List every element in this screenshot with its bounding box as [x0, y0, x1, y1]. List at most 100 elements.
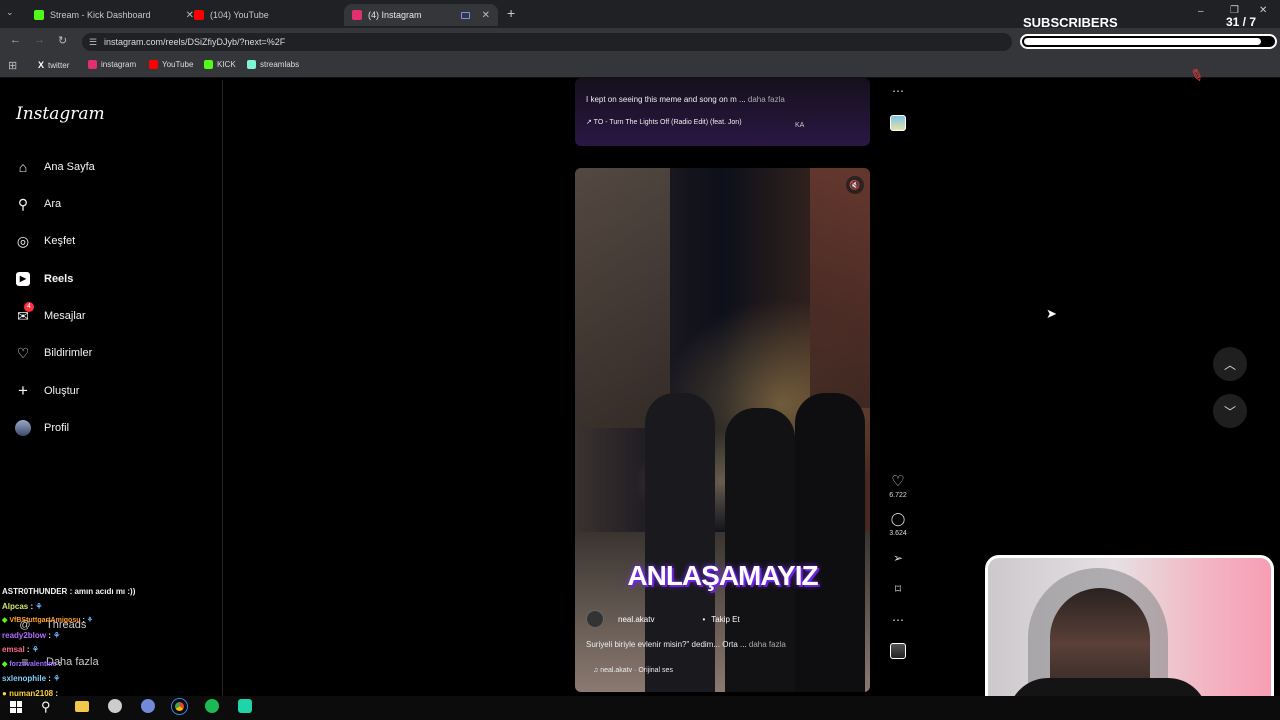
mute-icon[interactable]: 🔇 [846, 176, 864, 194]
nav-reels[interactable]: ▶ Reels [14, 267, 73, 291]
like-icon[interactable]: ♡ [891, 472, 904, 490]
file-explorer-icon[interactable] [75, 701, 89, 712]
nav-home[interactable]: ⌂ Ana Sayfa [14, 155, 95, 179]
reel-music-tail: KA [795, 122, 805, 129]
next-reel-button[interactable]: ﹀ [1213, 394, 1247, 428]
tab-kick[interactable]: Stream - Kick Dashboard ✕ [26, 4, 202, 26]
windows-start-icon[interactable] [10, 701, 22, 713]
separator: • [702, 614, 706, 624]
avatar[interactable] [586, 610, 604, 628]
search-icon[interactable]: ⚲ [41, 699, 51, 715]
subscribers-count: 31 / 7 [1226, 15, 1257, 29]
butterfly-emote: ⚘ [86, 617, 94, 624]
minimize-icon[interactable]: – [1198, 6, 1204, 17]
reel-audio[interactable]: neal.akatv · Orijinal ses [600, 667, 673, 674]
bookmark-kick[interactable]: KICK [204, 60, 236, 69]
x-icon: X [38, 60, 45, 70]
more-options-icon[interactable]: ⋯ [892, 613, 904, 627]
butterfly-emote: ⚘ [53, 630, 61, 640]
chat-text: : amın acıdı mı :)) [69, 587, 136, 596]
chat-text: : [48, 630, 51, 640]
chat-text: : [58, 660, 62, 668]
nav-label: Bildirimler [44, 347, 93, 359]
share-icon[interactable]: ➢ [893, 551, 903, 565]
new-tab-button[interactable]: + [507, 5, 515, 21]
reel-music[interactable]: ↗ TO - Turn The Lights Off (Radio Edit) … [586, 119, 742, 126]
previous-reel[interactable]: I kept on seeing this meme and song on m… [575, 78, 870, 146]
nav-notifications[interactable]: ♡ Bildirimler [14, 341, 93, 365]
badge-icon: ◆ [2, 660, 8, 668]
chat-username: VfBStuttgartAmigosu [9, 617, 81, 624]
bookmark-twitter[interactable]: X twitter [38, 60, 69, 70]
nav-create[interactable]: + Oluştur [14, 379, 79, 403]
audio-thumbnail[interactable] [890, 643, 906, 659]
person-3 [795, 393, 865, 692]
comment-icon[interactable]: ◯ [891, 511, 906, 527]
home-icon: ⌂ [18, 159, 28, 175]
previous-reel-actions: ⋯ [885, 84, 911, 131]
reel-video[interactable]: 🔇 ANLAŞAMAYIZ neal.akatv • Takip Et Suri… [575, 168, 870, 692]
butterfly-emote: ⚘ [31, 645, 39, 654]
person-2 [725, 408, 795, 692]
butterfly-emote: ⚘ [53, 674, 61, 683]
nav-messages[interactable]: ✉ 4 Mesajlar [14, 302, 86, 328]
subscribers-progress-fill [1024, 38, 1261, 45]
save-icon[interactable]: ⌑ [895, 582, 901, 596]
chat-message: sxlenophile : ⚘ [2, 672, 222, 687]
chat-username: sxlenophile [2, 674, 47, 683]
webcam-overlay [985, 555, 1274, 715]
chat-username: emsal [2, 645, 25, 654]
app-icon[interactable] [108, 699, 122, 713]
chat-username: forzavalentino [9, 660, 57, 668]
nav-profile[interactable]: Profil [14, 416, 69, 440]
chat-message: emsal : ⚘ [2, 643, 222, 658]
nav-explore[interactable]: ◎ Keşfet [14, 229, 75, 253]
more-link[interactable]: daha fazla [749, 640, 786, 649]
chat-message: ready2blow : ⚘ [2, 629, 222, 644]
chat-username: Alpcas [2, 601, 29, 611]
nav-label: Mesajlar [44, 310, 86, 322]
streamlabs-icon [247, 60, 256, 69]
bookmark-instagram[interactable]: instagram [88, 60, 136, 69]
more-link[interactable]: daha fazla [748, 95, 785, 104]
bookmark-streamlabs[interactable]: streamlabs [247, 60, 299, 69]
discord-icon[interactable] [141, 699, 155, 713]
audio-thumbnail[interactable] [890, 115, 906, 131]
nav-label: Keşfet [44, 235, 76, 247]
reload-icon[interactable]: ↻ [58, 34, 67, 47]
nav-label: Profil [44, 422, 70, 434]
url-text: instagram.com/reels/DSiZfiyDJyb/?next=%2… [104, 37, 286, 47]
spotify-icon[interactable] [205, 699, 219, 713]
reel-caption: Suriyeli biriyle evlenir misin?" dedim..… [586, 640, 747, 649]
more-options-icon[interactable]: ⋯ [892, 84, 904, 98]
chat-text: : [82, 617, 85, 624]
apps-icon[interactable]: ⊞ [8, 59, 17, 72]
chat-message: ASTR0THUNDER : amın acıdı mı :)) [2, 585, 222, 600]
compass-icon: ◎ [16, 232, 30, 249]
tab-youtube[interactable]: (104) YouTube ✕ [186, 4, 362, 26]
reel-username[interactable]: neal.akatv [618, 615, 654, 624]
nav-search[interactable]: ⚲ Ara [14, 192, 61, 216]
follow-button[interactable]: Takip Et [711, 615, 739, 624]
previous-reel-button[interactable]: ︿ [1213, 347, 1247, 381]
instagram-logo[interactable]: Instagram [16, 104, 105, 124]
site-info-icon[interactable]: ☰ [89, 37, 97, 48]
subscribers-title: SUBSCRIBERS [1023, 15, 1118, 30]
bookmark-youtube[interactable]: YouTube [149, 60, 193, 69]
close-window-icon[interactable]: ✕ [1259, 5, 1267, 16]
kick-icon [34, 10, 44, 20]
mouse-cursor: ➤ [1046, 306, 1057, 321]
nav-label: Oluştur [44, 385, 80, 397]
close-icon[interactable]: ✕ [482, 10, 490, 21]
back-icon[interactable]: ← [10, 34, 21, 46]
url-bar[interactable]: ☰ instagram.com/reels/DSiZfiyDJyb/?next=… [82, 33, 1012, 51]
chat-text: : [26, 645, 30, 654]
chrome-icon[interactable] [172, 699, 187, 714]
app-icon[interactable] [238, 699, 252, 713]
tab-search-button[interactable]: ⌄ [6, 7, 14, 18]
forward-icon[interactable]: → [34, 34, 45, 46]
instagram-icon [88, 60, 97, 69]
youtube-icon [149, 60, 158, 69]
notification-badge: 4 [24, 302, 34, 312]
tab-instagram[interactable]: (4) Instagram ✕ [344, 4, 498, 26]
